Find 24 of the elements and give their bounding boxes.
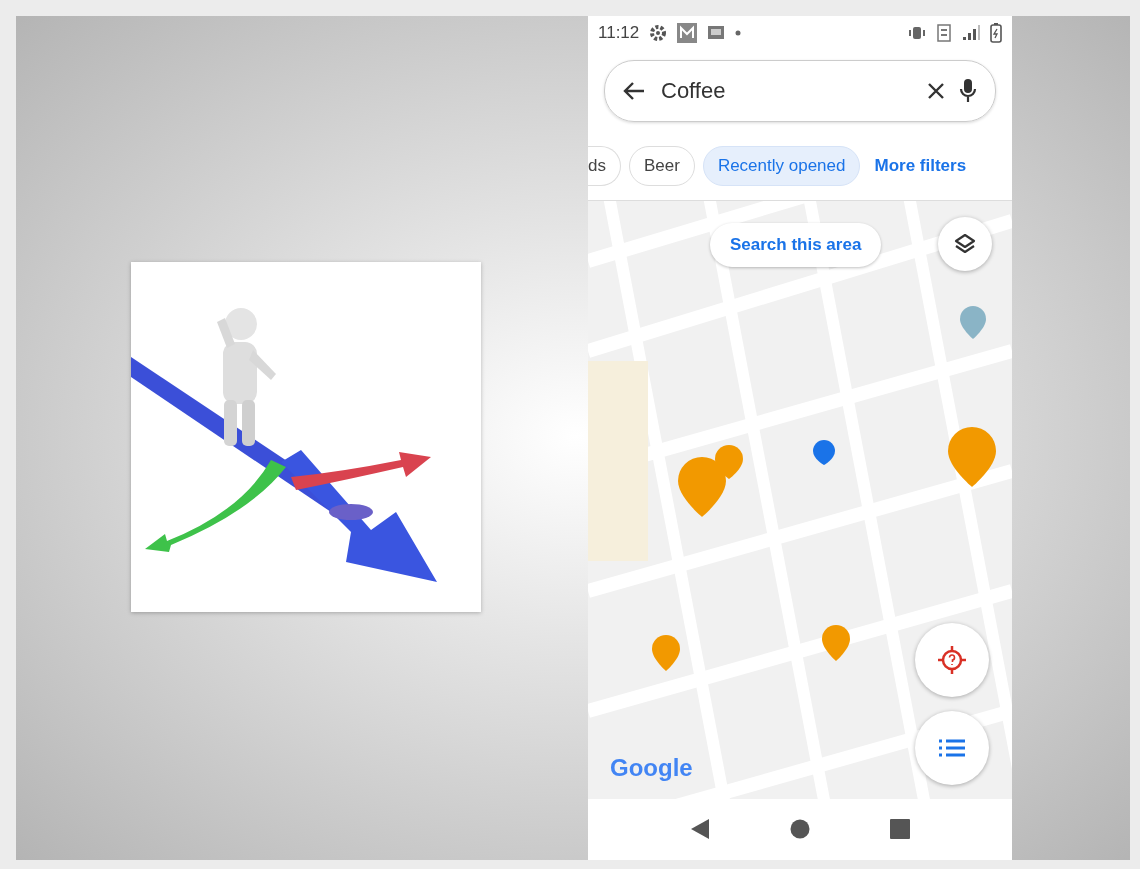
gear-icon <box>649 24 668 42</box>
map-logo: Google <box>610 754 693 782</box>
mail-icon <box>677 23 698 43</box>
layers-icon <box>953 232 977 256</box>
battery-icon <box>990 23 1002 43</box>
home-icon[interactable] <box>790 819 810 839</box>
close-icon[interactable] <box>927 82 945 100</box>
filter-chip[interactable]: Recently opened <box>702 146 861 186</box>
filter-chip[interactable]: Beer <box>628 146 695 186</box>
back-arrow-icon[interactable] <box>623 81 645 101</box>
crosshair-icon <box>937 645 967 675</box>
status-time: 11:12 <box>598 23 640 43</box>
search-bar[interactable]: Coffee <box>604 60 996 122</box>
search-area-button[interactable]: Search this area <box>710 223 882 267</box>
signal-icon <box>962 25 980 41</box>
list-icon <box>939 738 965 758</box>
search-field[interactable]: Coffee <box>659 77 913 105</box>
filter-chip[interactable]: ds <box>588 146 621 186</box>
screen-icon <box>707 24 726 42</box>
more-filters-link[interactable]: More filters <box>874 156 967 176</box>
microphone-icon[interactable] <box>959 78 977 104</box>
dot-icon <box>735 30 742 36</box>
vibrate-icon <box>908 26 926 40</box>
back-icon[interactable] <box>690 818 710 840</box>
